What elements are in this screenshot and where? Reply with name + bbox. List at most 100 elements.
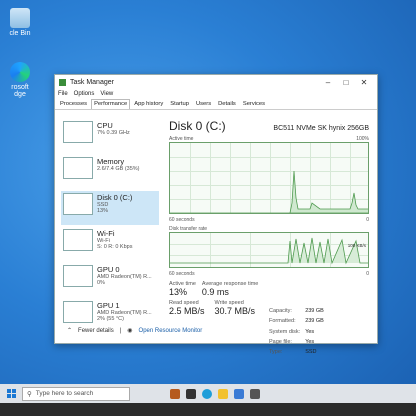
taskbar: ⚲ Type here to search bbox=[0, 384, 416, 403]
disk-model: BC511 NVMe SK hynix 256GB bbox=[273, 125, 369, 132]
minimize-button[interactable]: – bbox=[319, 78, 337, 87]
taskbar-pinned-apps bbox=[170, 388, 260, 399]
memory-mini-graph bbox=[63, 157, 93, 179]
sidebar-item-label: Memory bbox=[97, 157, 125, 166]
resource-sidebar: CPU 7% 0.39 GHz Memory 2.6/7.4 GB (35%) … bbox=[61, 119, 159, 323]
read-speed-stat: Read speed 2.5 MB/s bbox=[169, 300, 205, 316]
desktop-icon-label: dge bbox=[14, 91, 26, 98]
desktop-icon-label: cle Bin bbox=[9, 30, 31, 37]
app-icon[interactable] bbox=[170, 388, 180, 399]
desktop-icon-label: rosoft bbox=[11, 84, 29, 91]
task-manager-icon bbox=[59, 78, 66, 86]
info-key: Capacity: bbox=[269, 308, 292, 314]
search-box[interactable]: ⚲ Type here to search bbox=[22, 386, 130, 401]
sidebar-item-memory[interactable]: Memory 2.6/7.4 GB (35%) bbox=[61, 155, 159, 189]
sidebar-item-detail: AMD Radeon(TM) R... bbox=[97, 274, 152, 280]
gpu0-mini-graph bbox=[63, 265, 93, 287]
resource-monitor-icon: ◉ bbox=[127, 328, 133, 334]
transfer-rate-line bbox=[170, 237, 368, 265]
sidebar-item-gpu0[interactable]: GPU 0 AMD Radeon(TM) R... 0% bbox=[61, 263, 159, 297]
windows-logo-icon bbox=[6, 388, 16, 398]
tab-services[interactable]: Services bbox=[240, 99, 268, 109]
info-value: Yes bbox=[305, 338, 315, 345]
info-key: Formatted: bbox=[269, 318, 296, 325]
task-manager-window: Task Manager – □ ✕ File Options View Pro… bbox=[54, 74, 378, 355]
tab-startup[interactable]: Startup bbox=[167, 99, 192, 109]
start-button[interactable] bbox=[0, 385, 22, 403]
task-manager-icon[interactable] bbox=[250, 388, 260, 399]
stat-value: 13% bbox=[169, 287, 188, 297]
tab-strip: Processes Performance App history Startu… bbox=[55, 99, 377, 110]
store-icon[interactable] bbox=[234, 388, 244, 399]
tab-processes[interactable]: Processes bbox=[57, 99, 90, 109]
info-key: System disk: bbox=[269, 328, 301, 335]
sidebar-item-detail: 2% (55 °C) bbox=[97, 316, 124, 322]
graph2-time: 60 seconds bbox=[169, 271, 195, 277]
sidebar-item-label: Disk 0 (C:) bbox=[97, 193, 133, 202]
maximize-button[interactable]: □ bbox=[337, 78, 355, 87]
stat-value: 30.7 MB/s bbox=[214, 306, 256, 316]
tab-users[interactable]: Users bbox=[193, 99, 214, 109]
title-bar[interactable]: Task Manager – □ ✕ bbox=[55, 75, 377, 89]
write-speed-stat: Write speed 30.7 MB/s bbox=[215, 300, 256, 316]
sidebar-item-label: GPU 0 bbox=[97, 265, 120, 274]
sidebar-item-detail: 2.6/7.4 GB (35%) bbox=[97, 166, 140, 172]
open-resource-monitor-link[interactable]: Open Resource Monitor bbox=[139, 328, 203, 334]
graph1-min: 0 bbox=[366, 217, 369, 223]
graph1-time: 60 seconds bbox=[169, 217, 195, 223]
info-key: Type: bbox=[269, 349, 283, 356]
sidebar-item-detail: S: 0 R: 0 Kbps bbox=[97, 244, 133, 250]
sidebar-item-label: GPU 1 bbox=[97, 301, 120, 310]
disk-mini-graph bbox=[63, 193, 93, 215]
cpu-mini-graph bbox=[63, 121, 93, 143]
menu-options[interactable]: Options bbox=[74, 91, 95, 97]
file-explorer-icon[interactable] bbox=[218, 388, 228, 399]
tab-details[interactable]: Details bbox=[215, 99, 239, 109]
transfer-rate-graph: 100 KB/s bbox=[169, 232, 369, 268]
wifi-mini-graph bbox=[63, 229, 93, 251]
info-key: Page file: bbox=[269, 338, 292, 345]
search-placeholder: Type here to search bbox=[35, 390, 94, 397]
disk-info-table: Capacity: 239 GB Formatted: 239 GB System … bbox=[267, 305, 329, 358]
sidebar-item-wifi[interactable]: Wi-Fi Wi-Fi S: 0 R: 0 Kbps bbox=[61, 227, 159, 261]
stat-value: 2.5 MB/s bbox=[169, 306, 205, 316]
disk-detail-panel: Disk 0 (C:) BC511 NVMe SK hynix 256GB Ac… bbox=[169, 119, 369, 355]
window-title: Task Manager bbox=[70, 78, 114, 86]
graph2-min: 0 bbox=[366, 271, 369, 277]
info-value: Yes bbox=[305, 328, 315, 335]
sidebar-item-label: CPU bbox=[97, 121, 113, 130]
recycle-bin-glyph-icon bbox=[10, 8, 30, 28]
active-time-stat: Active time 13% bbox=[169, 281, 196, 297]
edge-icon[interactable] bbox=[202, 388, 212, 399]
sidebar-item-detail: 7% 0.39 GHz bbox=[97, 130, 130, 136]
gpu1-mini-graph bbox=[63, 301, 93, 323]
fewer-details-link[interactable]: Fewer details bbox=[78, 328, 114, 334]
edge-icon bbox=[10, 62, 30, 82]
tab-app-history[interactable]: App history bbox=[131, 99, 166, 109]
monitor-bezel bbox=[0, 403, 416, 416]
edge-desktop-icon[interactable]: rosoft dge bbox=[0, 62, 40, 98]
footer-bar: ⌃ Fewer details | ◉ Open Resource Monito… bbox=[67, 327, 203, 335]
separator: | bbox=[119, 327, 122, 334]
tab-performance[interactable]: Performance bbox=[91, 99, 131, 109]
task-view-icon[interactable] bbox=[186, 388, 196, 399]
graph2-scale-tag: 100 KB/s bbox=[347, 243, 366, 248]
menu-view[interactable]: View bbox=[100, 91, 113, 97]
recycle-bin-icon[interactable]: cle Bin bbox=[0, 8, 40, 37]
sidebar-item-label: Wi-Fi bbox=[97, 229, 115, 238]
page-title: Disk 0 (C:) bbox=[169, 119, 226, 133]
sidebar-item-cpu[interactable]: CPU 7% 0.39 GHz bbox=[61, 119, 159, 153]
search-icon: ⚲ bbox=[27, 390, 32, 398]
info-value: 239 GB bbox=[305, 318, 324, 325]
sidebar-item-disk[interactable]: Disk 0 (C:) SSD 13% bbox=[61, 191, 159, 225]
response-time-stat: Average response time 0.9 ms bbox=[202, 281, 258, 297]
active-time-line bbox=[170, 170, 368, 213]
active-time-graph bbox=[169, 142, 369, 214]
menu-file[interactable]: File bbox=[58, 91, 68, 97]
info-value: 239 GB bbox=[305, 308, 324, 314]
sidebar-item-detail: 13% bbox=[97, 208, 109, 214]
close-button[interactable]: ✕ bbox=[355, 78, 373, 87]
stat-value: 0.9 ms bbox=[201, 287, 229, 297]
chevron-up-icon: ⌃ bbox=[67, 328, 73, 334]
menu-bar: File Options View bbox=[55, 89, 377, 99]
